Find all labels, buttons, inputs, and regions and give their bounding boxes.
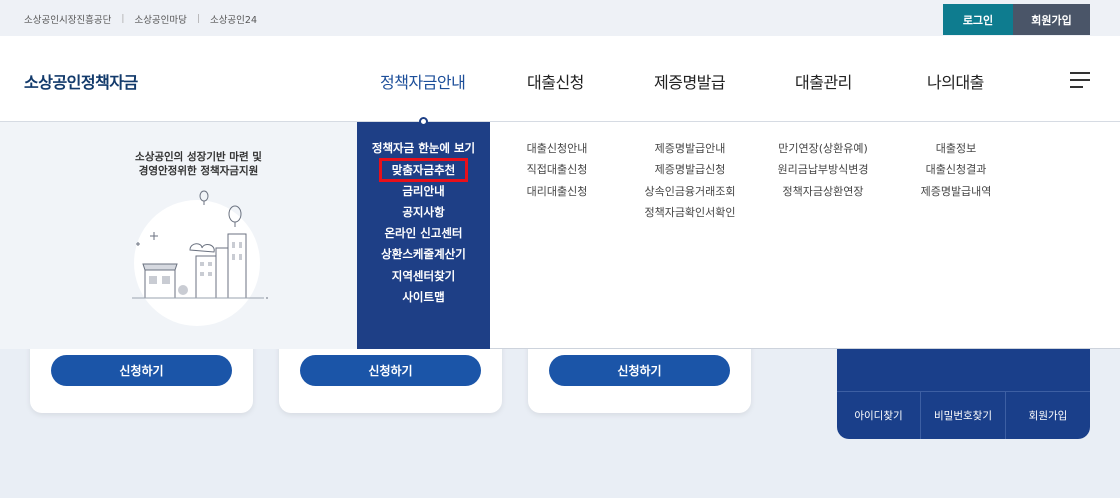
submenu-heir-inquiry[interactable]: 상속인금융거래조회	[644, 183, 735, 199]
submenu-interest-rate[interactable]: 금리안내	[357, 183, 490, 199]
promo-text: 소상공인의 성장기반 마련 및 경영안정위한 정책자금지원	[135, 151, 262, 177]
utility-links: 소상공인시장진흥공단 | 소상공인마당 | 소상공인24	[24, 12, 257, 26]
utility-link-madang[interactable]: 소상공인마당	[134, 12, 186, 26]
join-button[interactable]: 회원가입	[1013, 4, 1090, 35]
submenu-cert-apply[interactable]: 제증명발급신청	[655, 161, 726, 177]
active-menu-pointer	[419, 117, 428, 126]
submenu-direct-loan[interactable]: 직접대출신청	[527, 161, 588, 177]
all-menu-icon[interactable]	[1070, 72, 1090, 88]
gnb-policy-fund[interactable]: 정책자금안내	[380, 69, 466, 93]
submenu-agency-loan[interactable]: 대리대출신청	[527, 183, 588, 199]
divider: |	[196, 14, 200, 24]
submenu-fund-confirm[interactable]: 정책자금확인서확인	[644, 204, 735, 220]
submenu-notice[interactable]: 공지사항	[357, 204, 490, 220]
gnb-loan-apply[interactable]: 대출신청	[527, 69, 584, 93]
fund-card: 신청하기	[528, 340, 751, 413]
find-password-link[interactable]: 비밀번호찾기	[921, 392, 1005, 439]
login-button[interactable]: 로그인	[943, 4, 1013, 35]
utility-link-semas[interactable]: 소상공인시장진흥공단	[24, 12, 111, 26]
submenu-repayment-calculator[interactable]: 상환스케줄계산기	[357, 246, 490, 262]
gnb-my-loan[interactable]: 나의대출	[927, 69, 984, 93]
site-header: 소상공인정책자금 정책자금안내 대출신청 제증명발급 대출관리 나의대출	[0, 36, 1120, 122]
utility-bar: 소상공인시장진흥공단 | 소상공인마당 | 소상공인24 로그인 회원가입	[0, 0, 1120, 36]
mega-menu: 소상공인의 성장기반 마련 및 경영안정위한 정책자금지원 정책자금 한눈에 보…	[0, 122, 1120, 349]
login-panel: 아이디찾기 비밀번호찾기 회원가입	[837, 340, 1090, 439]
submenu-fund-overview[interactable]: 정책자금 한눈에 보기	[357, 140, 490, 156]
submenu-online-report[interactable]: 온라인 신고센터	[357, 225, 490, 241]
submenu-custom-fund-recommend[interactable]: 맞춤자금추천	[379, 158, 468, 182]
submenu-cert-history[interactable]: 제증명발급내역	[921, 183, 992, 199]
join-link[interactable]: 회원가입	[1006, 392, 1090, 439]
apply-button[interactable]: 신청하기	[549, 355, 730, 386]
submenu-sitemap[interactable]: 사이트맵	[357, 289, 490, 305]
gnb-certificate[interactable]: 제증명발급	[654, 69, 726, 93]
apply-button[interactable]: 신청하기	[300, 355, 481, 386]
divider: |	[121, 14, 125, 24]
apply-button[interactable]: 신청하기	[51, 355, 232, 386]
submenu-loan-info[interactable]: 대출정보	[936, 140, 976, 156]
submenu-cert-guide[interactable]: 제증명발급안내	[655, 140, 726, 156]
submenu-maturity-extension[interactable]: 만기연장(상환유예)	[778, 140, 868, 156]
site-logo[interactable]: 소상공인정책자금	[24, 69, 138, 93]
city-illustration-icon	[132, 190, 268, 299]
submenu-loan-result[interactable]: 대출신청결과	[926, 161, 987, 177]
policy-fund-submenu: 정책자금 한눈에 보기 맞춤자금추천 금리안내 공지사항 온라인 신고센터 상환…	[357, 122, 490, 349]
submenu-loan-guide[interactable]: 대출신청안내	[527, 140, 588, 156]
fund-card: 신청하기	[30, 340, 253, 413]
mega-menu-promo: 소상공인의 성장기반 마련 및 경영안정위한 정책자금지원	[0, 122, 357, 349]
find-id-link[interactable]: 아이디찾기	[837, 392, 920, 439]
gnb-loan-manage[interactable]: 대출관리	[795, 69, 852, 93]
submenu-center-finder[interactable]: 지역센터찾기	[357, 268, 490, 284]
utility-link-sbiz24[interactable]: 소상공인24	[210, 12, 257, 26]
fund-card: 신청하기	[279, 340, 502, 413]
submenu-payment-method[interactable]: 원리금납부방식변경	[777, 161, 868, 177]
submenu-repayment-extension[interactable]: 정책자금상환연장	[783, 183, 864, 199]
